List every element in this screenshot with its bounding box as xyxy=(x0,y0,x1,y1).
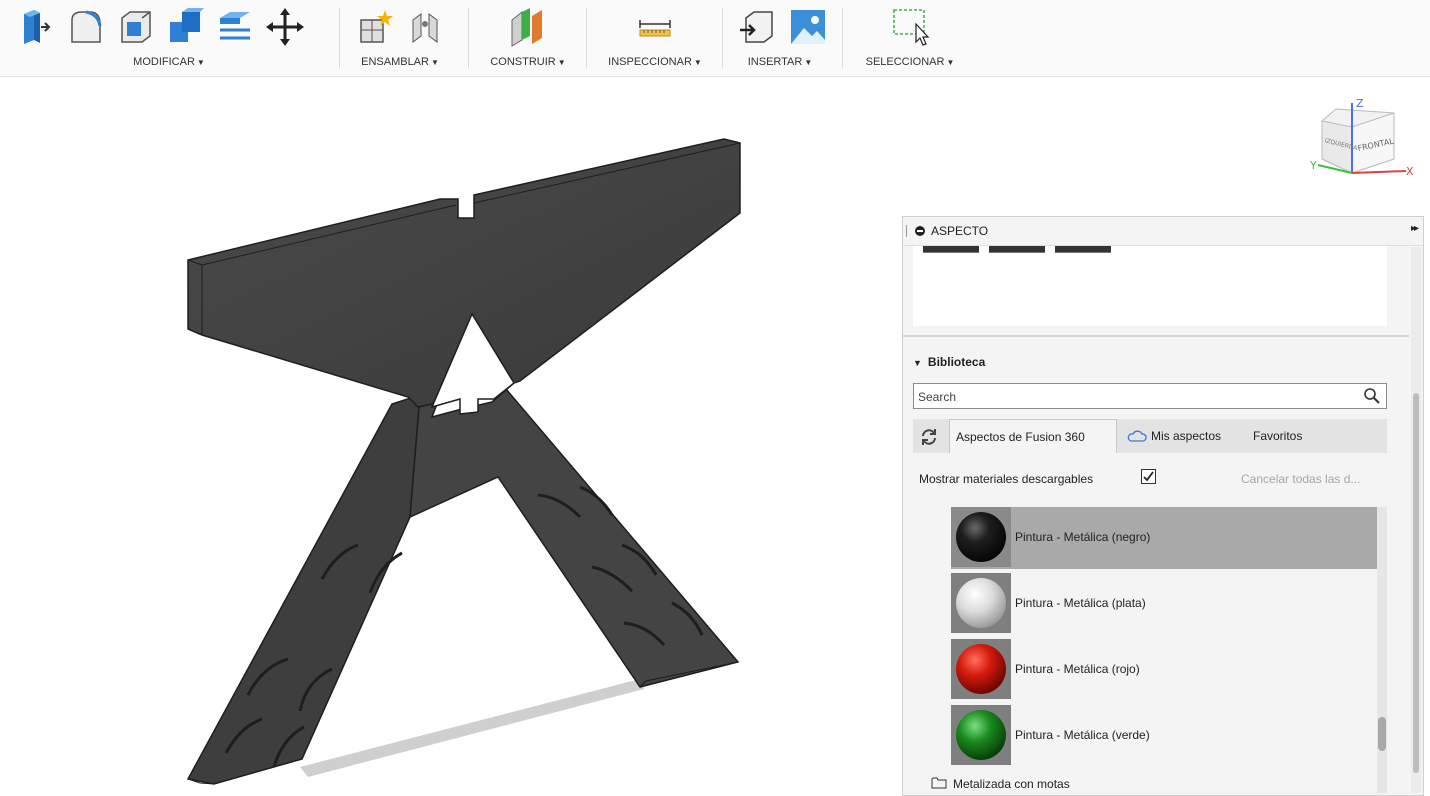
drag-handle-icon[interactable] xyxy=(906,225,909,237)
select-label: SELECCIONAR xyxy=(865,56,945,68)
insert-label: INSERTAR xyxy=(747,56,803,68)
material-thumbnail xyxy=(951,507,1011,567)
list-item[interactable]: Pintura - Metálica (verde) xyxy=(951,705,1377,767)
in-design-appearances xyxy=(913,246,1387,326)
list-item[interactable]: Pintura - Metálica (negro) xyxy=(951,507,1377,569)
window-select-icon[interactable] xyxy=(890,6,932,48)
inspect-group: INSPECCIONAR ▼ xyxy=(596,0,714,76)
show-downloadable-label: Mostrar materiales descargables xyxy=(919,472,1094,486)
material-name: Pintura - Metálica (rojo) xyxy=(1015,662,1140,676)
modify-label: MODIFICAR xyxy=(133,56,195,68)
shell-icon[interactable] xyxy=(114,6,156,48)
folder-item[interactable]: Metalizada con motas xyxy=(931,777,1070,791)
list-scrollbar[interactable] xyxy=(1377,507,1387,793)
insert-derive-icon[interactable] xyxy=(736,6,778,48)
appearance-swatch[interactable] xyxy=(923,246,979,253)
list-scrollbar-thumb[interactable] xyxy=(1378,717,1386,751)
offset-face-icon[interactable] xyxy=(214,6,256,48)
inspect-label: INSPECCIONAR xyxy=(608,56,692,68)
fillet-icon[interactable] xyxy=(64,6,106,48)
folder-label: Metalizada con motas xyxy=(953,777,1070,791)
inspect-menu[interactable]: INSPECCIONAR ▼ xyxy=(596,56,714,68)
list-item[interactable]: Pintura - Metálica (rojo) xyxy=(951,639,1377,701)
caret-down-icon: ▼ xyxy=(557,58,566,67)
modify-menu[interactable]: MODIFICAR ▼ xyxy=(10,56,328,68)
material-list: Pintura - Metálica (negro) Pintura - Met… xyxy=(913,505,1377,795)
library-toggle[interactable]: ▼ Biblioteca xyxy=(913,355,985,369)
material-name: Pintura - Metálica (plata) xyxy=(1015,596,1146,610)
expand-panel-icon[interactable]: ▸▸ xyxy=(1411,223,1419,234)
toolbar-divider xyxy=(842,8,843,68)
material-thumbnail xyxy=(951,705,1011,765)
library-tabs: Aspectos de Fusion 360 Mis aspectos Favo… xyxy=(913,419,1387,453)
toolbar-divider xyxy=(722,8,723,68)
section-divider xyxy=(903,335,1409,337)
modify-group: MODIFICAR ▼ xyxy=(10,0,328,76)
left-leg xyxy=(186,393,421,785)
checkmark-icon xyxy=(1143,471,1154,482)
joint-icon[interactable] xyxy=(405,6,447,48)
toolbar-divider xyxy=(339,8,340,68)
cloud-icon xyxy=(1127,430,1147,442)
show-downloadable-checkbox[interactable] xyxy=(1141,469,1156,484)
minus-circle-icon[interactable] xyxy=(915,226,925,236)
axis-z-label: Z xyxy=(1356,99,1364,110)
library-label: Biblioteca xyxy=(927,355,986,369)
appearance-swatch[interactable] xyxy=(1055,246,1111,253)
panel-scrollbar-thumb[interactable] xyxy=(1413,393,1419,773)
folder-icon xyxy=(931,777,947,789)
material-name: Pintura - Metálica (verde) xyxy=(1015,728,1150,742)
construct-group: CONSTRUIR ▼ xyxy=(478,0,578,76)
move-icon[interactable] xyxy=(264,6,306,48)
press-pull-icon[interactable] xyxy=(14,6,56,48)
assemble-menu[interactable]: ENSAMBLAR ▼ xyxy=(345,56,455,68)
ground-shadow xyxy=(300,679,644,777)
axis-x-label: X xyxy=(1406,165,1414,178)
right-leg xyxy=(409,388,740,688)
caret-down-icon: ▼ xyxy=(693,58,702,67)
panel-title: ASPECTO xyxy=(931,224,989,238)
insert-group: INSERTAR ▼ xyxy=(730,0,830,76)
tab-fusion-appearances[interactable]: Aspectos de Fusion 360 xyxy=(949,419,1117,453)
toolbar-divider xyxy=(586,8,587,68)
appearance-swatch[interactable] xyxy=(989,246,1045,253)
caret-down-icon: ▼ xyxy=(804,58,813,67)
axis-y-label: Y xyxy=(1309,159,1317,172)
material-thumbnail xyxy=(951,639,1011,699)
new-component-icon[interactable] xyxy=(355,6,397,48)
construct-label: CONSTRUIR xyxy=(490,56,556,68)
insert-menu[interactable]: INSERTAR ▼ xyxy=(730,56,830,68)
assemble-group: ENSAMBLAR ▼ xyxy=(345,0,455,76)
insert-image-icon[interactable] xyxy=(786,6,828,48)
measure-icon[interactable] xyxy=(634,6,676,48)
combine-icon[interactable] xyxy=(164,6,206,48)
tab-favorites[interactable]: Favoritos xyxy=(1247,419,1317,453)
construct-menu[interactable]: CONSTRUIR ▼ xyxy=(478,56,578,68)
material-name: Pintura - Metálica (negro) xyxy=(1015,530,1151,544)
a-frame-model[interactable] xyxy=(0,77,900,796)
view-cube[interactable]: Z X Y FRONTAL IZQUIERDA xyxy=(1308,97,1418,195)
select-menu[interactable]: SELECCIONAR ▼ xyxy=(852,56,968,68)
search-input[interactable] xyxy=(913,383,1387,409)
appearance-panel: ASPECTO ▸▸ ▼ Biblioteca Aspectos de Fusio… xyxy=(902,216,1424,796)
caret-down-icon: ▼ xyxy=(196,58,205,67)
cancel-all-downloads-link[interactable]: Cancelar todas las d... xyxy=(1241,472,1360,486)
tab-my-appearances[interactable]: Mis aspectos xyxy=(1121,419,1249,453)
construct-plane-icon[interactable] xyxy=(506,6,548,48)
panel-header[interactable]: ASPECTO ▸▸ xyxy=(903,217,1423,246)
list-item[interactable]: Pintura - Metálica (plata) xyxy=(951,573,1377,635)
toolbar-divider xyxy=(468,8,469,68)
caret-down-icon: ▼ xyxy=(430,58,439,67)
assemble-label: ENSAMBLAR xyxy=(361,56,429,68)
refresh-icon[interactable] xyxy=(919,427,939,447)
search-icon[interactable] xyxy=(1363,387,1381,405)
tab-my-appearances-label: Mis aspectos xyxy=(1151,429,1222,443)
collapse-arrow-icon: ▼ xyxy=(913,358,922,368)
material-thumbnail xyxy=(951,573,1011,633)
panel-scrollbar[interactable] xyxy=(1411,247,1421,793)
select-group: SELECCIONAR ▼ xyxy=(852,0,968,76)
toolbar: MODIFICAR ▼ ENSAMBLAR ▼ CONSTRUIR ▼ INSP… xyxy=(0,0,1430,77)
caret-down-icon: ▼ xyxy=(946,58,955,67)
